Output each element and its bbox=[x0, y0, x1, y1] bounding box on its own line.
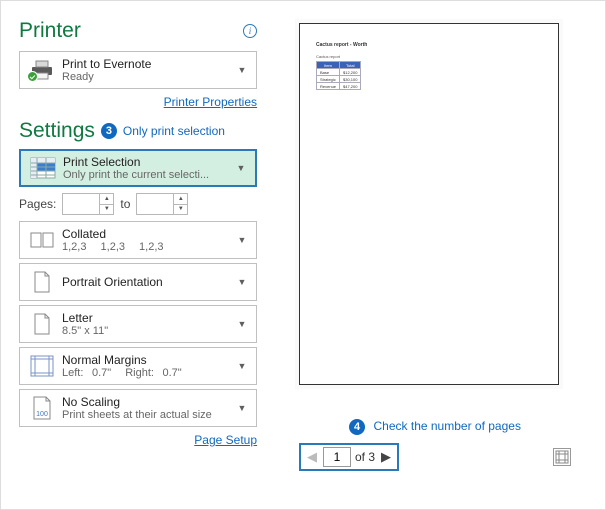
spinner-up-icon[interactable]: ▲ bbox=[174, 194, 187, 204]
page-navigator: ◀ 1 of 3 ▶ bbox=[299, 443, 399, 471]
paper-size-select[interactable]: Letter 8.5" x 11" ▼ bbox=[19, 305, 257, 343]
scaling-icon: 100 bbox=[26, 394, 58, 422]
orientation-select[interactable]: Portrait Orientation ▼ bbox=[19, 263, 257, 301]
margins-icon bbox=[26, 352, 58, 380]
collate-title: Collated bbox=[62, 227, 234, 241]
collate-select[interactable]: Collated 1,2,3 1,2,3 1,2,3 ▼ bbox=[19, 221, 257, 259]
preview-table: ItemTotal Base$12,200 Strategic$30,100 R… bbox=[316, 61, 361, 90]
paper-sub: 8.5" x 11" bbox=[62, 325, 234, 337]
printer-heading: Printer bbox=[19, 19, 81, 43]
page-total-label: of 3 bbox=[355, 450, 375, 464]
pages-to-field[interactable] bbox=[137, 194, 173, 214]
margins-sub: Left: 0.7" Right: 0.7" bbox=[62, 367, 234, 379]
show-margins-button[interactable] bbox=[553, 448, 571, 466]
selection-icon bbox=[27, 154, 59, 182]
portrait-icon bbox=[26, 268, 58, 296]
chevron-down-icon: ▼ bbox=[234, 235, 250, 245]
printer-select[interactable]: Print to Evernote Ready ▼ bbox=[19, 51, 257, 89]
settings-heading: Settings bbox=[19, 119, 95, 143]
pages-from-input[interactable]: ▲▼ bbox=[62, 193, 114, 215]
page-setup-link[interactable]: Page Setup bbox=[194, 433, 257, 447]
chevron-down-icon: ▼ bbox=[234, 65, 250, 75]
pages-label: Pages: bbox=[19, 197, 56, 211]
info-icon[interactable]: i bbox=[243, 24, 257, 38]
scaling-select[interactable]: 100 No Scaling Print sheets at their act… bbox=[19, 389, 257, 427]
page-icon bbox=[26, 310, 58, 338]
step-3-label: Only print selection bbox=[123, 124, 225, 138]
paper-title: Letter bbox=[62, 311, 234, 325]
prev-page-button[interactable]: ◀ bbox=[305, 449, 319, 465]
svg-text:100: 100 bbox=[36, 411, 48, 418]
chevron-down-icon: ▼ bbox=[234, 277, 250, 287]
scaling-sub: Print sheets at their actual size bbox=[62, 409, 234, 421]
printer-properties-link[interactable]: Printer Properties bbox=[164, 95, 257, 109]
collate-icon bbox=[26, 226, 58, 254]
print-what-select[interactable]: Print Selection Only print the current s… bbox=[19, 149, 257, 187]
printer-status: Ready bbox=[62, 71, 234, 83]
current-page-input[interactable]: 1 bbox=[323, 447, 351, 467]
preview-subtitle: Cactus report bbox=[316, 54, 367, 59]
collate-sub: 1,2,3 1,2,3 1,2,3 bbox=[62, 241, 234, 253]
spinner-down-icon[interactable]: ▼ bbox=[100, 204, 113, 215]
chevron-down-icon: ▼ bbox=[234, 403, 250, 413]
pages-to-input[interactable]: ▲▼ bbox=[136, 193, 188, 215]
pages-to-label: to bbox=[120, 197, 130, 211]
orientation-title: Portrait Orientation bbox=[62, 275, 234, 289]
print-what-sub: Only print the current selecti... bbox=[63, 169, 233, 181]
pages-from-field[interactable] bbox=[63, 194, 99, 214]
margins-title: Normal Margins bbox=[62, 353, 234, 367]
printer-icon bbox=[26, 56, 58, 84]
margins-select[interactable]: Normal Margins Left: 0.7" Right: 0.7" ▼ bbox=[19, 347, 257, 385]
step-4-badge: 4 bbox=[349, 419, 365, 435]
step-3-badge: 3 bbox=[101, 123, 117, 139]
step-4-label: Check the number of pages bbox=[374, 419, 521, 433]
print-preview: Cactus report - Worth Cactus report Item… bbox=[299, 23, 559, 385]
scaling-title: No Scaling bbox=[62, 395, 234, 409]
chevron-down-icon: ▼ bbox=[234, 361, 250, 371]
spinner-up-icon[interactable]: ▲ bbox=[100, 194, 113, 204]
chevron-down-icon: ▼ bbox=[234, 319, 250, 329]
spinner-down-icon[interactable]: ▼ bbox=[174, 204, 187, 215]
preview-title: Cactus report - Worth bbox=[316, 42, 367, 48]
print-what-title: Print Selection bbox=[63, 155, 233, 169]
chevron-down-icon: ▼ bbox=[233, 163, 249, 173]
next-page-button[interactable]: ▶ bbox=[379, 449, 393, 465]
printer-name: Print to Evernote bbox=[62, 57, 234, 71]
